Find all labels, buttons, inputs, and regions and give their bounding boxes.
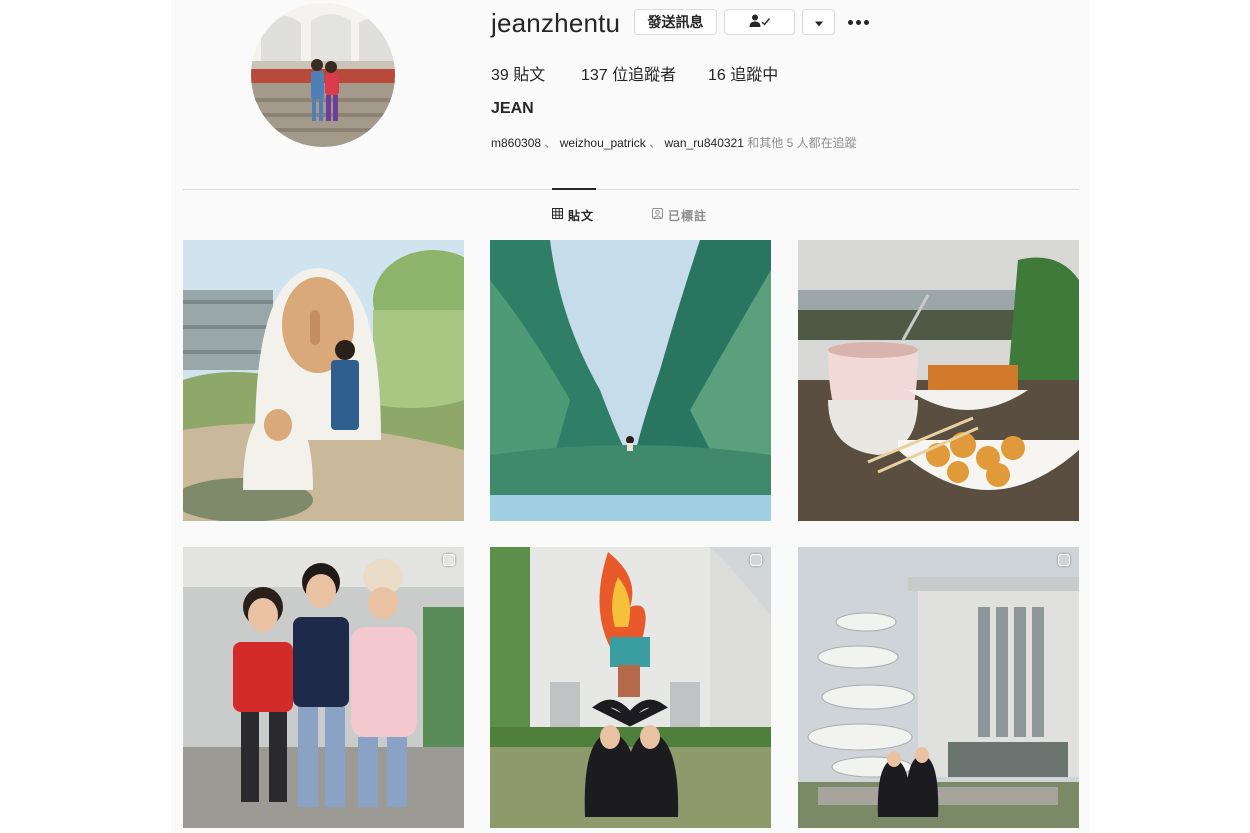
full-name: JEAN <box>491 100 534 117</box>
post-thumbnail[interactable] <box>490 240 771 521</box>
post-thumbnail[interactable] <box>798 240 1079 521</box>
profile-avatar[interactable] <box>251 3 395 147</box>
send-message-button[interactable]: 發送訊息 <box>634 9 717 35</box>
mutual-follower-link[interactable]: wan_ru840321 <box>665 136 744 150</box>
mutual-follower-link[interactable]: weizhou_patrick <box>560 136 646 150</box>
tab-posts[interactable]: 貼文 <box>552 188 596 240</box>
following-stat[interactable]: 16 追蹤中 <box>708 61 778 85</box>
tag-person-icon <box>652 208 663 222</box>
following-status-button[interactable] <box>724 9 795 35</box>
post-thumbnail[interactable] <box>183 547 464 828</box>
post-thumbnail[interactable] <box>490 547 771 828</box>
followers-stat[interactable]: 137 位追蹤者 <box>581 61 676 85</box>
carousel-icon <box>750 554 762 566</box>
caret-down-icon <box>814 14 824 30</box>
carousel-icon <box>443 554 455 566</box>
posts-stat: 39 貼文 <box>491 67 546 84</box>
username: jeanzhentu <box>491 8 621 38</box>
mutual-follower-link[interactable]: m860308 <box>491 136 541 150</box>
carousel-icon <box>1058 554 1070 566</box>
ellipsis-icon <box>848 19 853 25</box>
suggested-accounts-dropdown[interactable] <box>802 9 835 35</box>
tabs-divider <box>183 189 1079 190</box>
followed-by-text[interactable]: m860308 、 weizhou_patrick 、 wan_ru840321… <box>491 134 857 151</box>
post-thumbnail[interactable] <box>798 547 1079 828</box>
grid-icon <box>552 208 563 222</box>
tab-tagged[interactable]: 已標註 <box>652 188 716 240</box>
more-options-button[interactable] <box>848 14 872 30</box>
post-thumbnail[interactable] <box>183 240 464 521</box>
person-check-icon <box>749 14 771 31</box>
